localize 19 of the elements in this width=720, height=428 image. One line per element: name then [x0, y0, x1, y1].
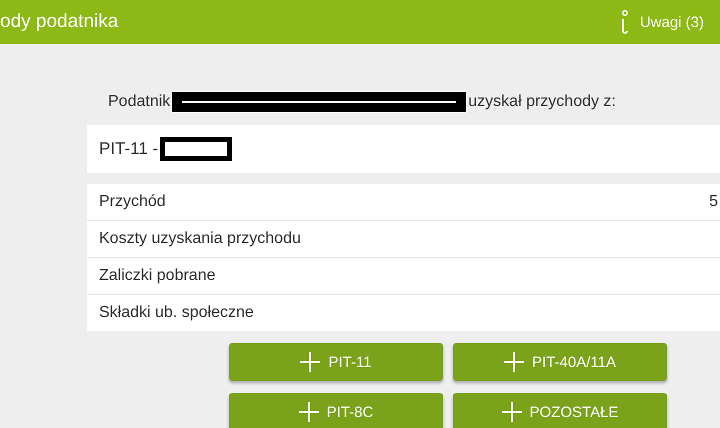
row-label: Zaliczki pobrane — [99, 267, 216, 285]
plus-icon — [300, 352, 320, 372]
intro-text: Podatnik — [108, 93, 170, 111]
add-form-button[interactable]: PIT-11 — [229, 343, 443, 381]
page-title: ody podatnika — [0, 11, 118, 33]
plus-icon — [502, 402, 522, 422]
plus-icon — [504, 352, 524, 372]
intro-text: uzyskał przychody z: — [468, 93, 616, 111]
row-label: Składki ub. społeczne — [99, 304, 254, 322]
add-form-button[interactable]: PIT-40A/11A — [453, 343, 667, 381]
row-label: Koszty uzyskania przychodu — [99, 230, 301, 248]
plus-icon — [298, 402, 319, 422]
form-title: PIT-11 - — [99, 139, 158, 159]
notes-button[interactable]: Uwagi (3) — [620, 10, 704, 34]
row-value: 5 — [709, 193, 718, 211]
add-form-button[interactable]: PIT-8C — [229, 393, 443, 428]
row-label: Przychód — [99, 193, 166, 211]
add-form-button[interactable]: POZOSTAŁE — [453, 393, 667, 428]
info-icon — [620, 10, 630, 34]
